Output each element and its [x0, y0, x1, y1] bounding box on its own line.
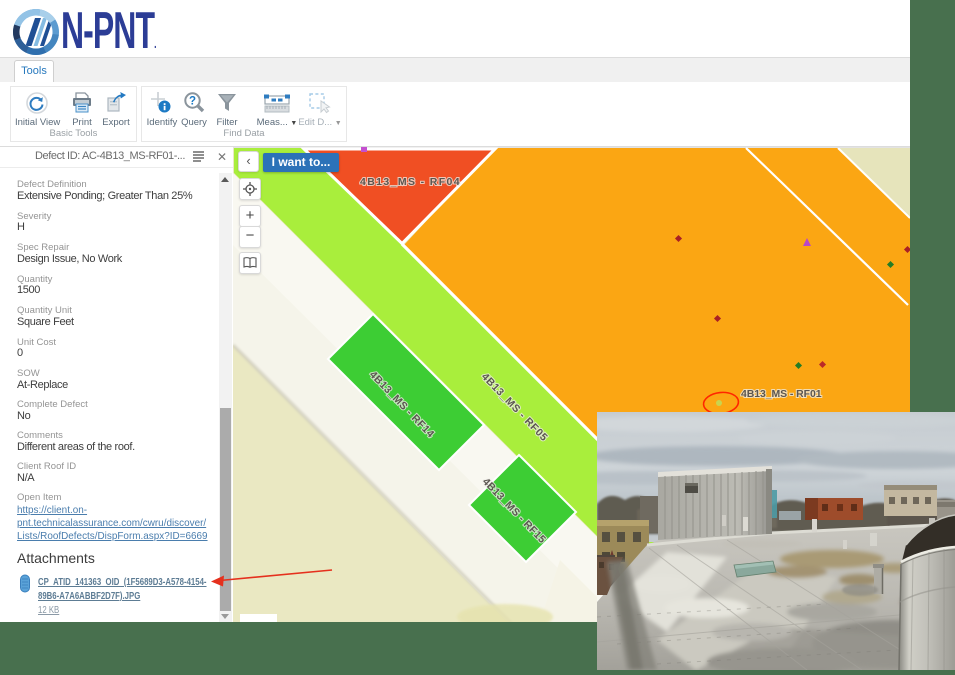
svg-text:4B13_MS - RF04: 4B13_MS - RF04: [360, 176, 460, 188]
svg-text:?: ?: [189, 96, 196, 108]
svg-text:4B13_MS - RF01: 4B13_MS - RF01: [741, 388, 822, 400]
